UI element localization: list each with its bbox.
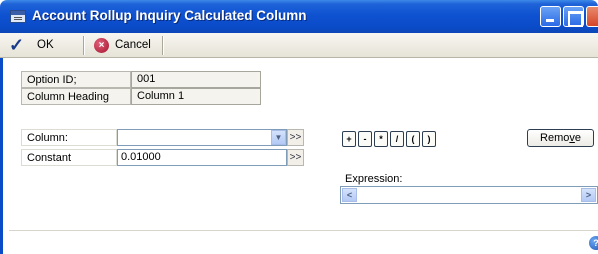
insert-column-button[interactable]: >> xyxy=(287,129,304,146)
close-button[interactable] xyxy=(586,6,598,27)
option-id-label: Option ID; xyxy=(21,71,131,88)
dialog-window: Account Rollup Inquiry Calculated Column… xyxy=(0,0,598,254)
toolbar-separator xyxy=(162,36,163,55)
window-icon xyxy=(10,10,26,23)
scroll-right-icon[interactable]: > xyxy=(581,188,596,202)
option-id-value: 001 xyxy=(131,71,261,88)
cancel-icon[interactable]: × xyxy=(94,38,109,53)
column-heading-value: Column 1 xyxy=(131,88,261,105)
remove-button[interactable]: Remove xyxy=(527,129,594,147)
minus-operator-button[interactable]: - xyxy=(358,131,372,147)
title-bar[interactable]: Account Rollup Inquiry Calculated Column xyxy=(0,0,598,33)
maximize-button[interactable] xyxy=(563,6,584,27)
toolbar-separator xyxy=(83,36,84,55)
column-dropdown[interactable] xyxy=(117,129,287,146)
minimize-button[interactable] xyxy=(540,6,561,27)
expression-field[interactable]: < > xyxy=(340,186,598,204)
toolbar: ✓ OK × Cancel xyxy=(0,33,598,58)
multiply-operator-button[interactable]: * xyxy=(374,131,388,147)
plus-operator-button[interactable]: + xyxy=(342,131,356,147)
open-paren-button[interactable]: ( xyxy=(406,131,420,147)
expression-label: Expression: xyxy=(345,173,403,185)
window-border xyxy=(0,58,3,254)
close-paren-button[interactable]: ) xyxy=(422,131,436,147)
scroll-left-icon[interactable]: < xyxy=(342,188,357,202)
window-title: Account Rollup Inquiry Calculated Column xyxy=(32,8,307,23)
column-label: Column: xyxy=(21,129,117,146)
insert-constant-button[interactable]: >> xyxy=(287,149,304,166)
check-icon[interactable]: ✓ xyxy=(9,35,24,55)
cancel-button[interactable]: Cancel xyxy=(115,39,151,51)
chevron-down-icon[interactable]: ▼ xyxy=(271,130,286,145)
column-heading-label: Column Heading xyxy=(21,88,131,105)
divide-operator-button[interactable]: / xyxy=(390,131,404,147)
constant-label: Constant xyxy=(21,149,117,166)
constant-input[interactable]: 0.01000 xyxy=(117,149,287,166)
help-icon[interactable]: ? xyxy=(589,236,598,250)
footer-divider xyxy=(9,230,598,231)
ok-button[interactable]: OK xyxy=(37,39,54,51)
